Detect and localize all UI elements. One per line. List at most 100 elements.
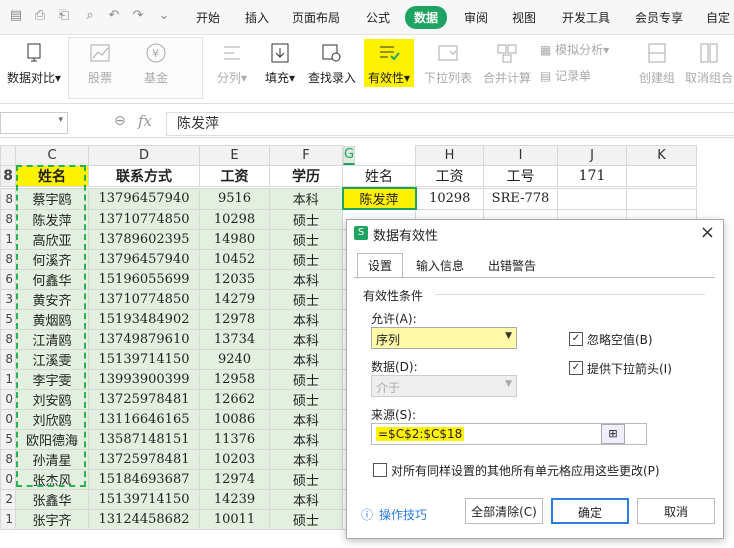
- lookup-salary-label[interactable]: 工资: [415, 165, 484, 187]
- fx-icon[interactable]: fx: [138, 112, 152, 130]
- edu-cell[interactable]: 本科: [269, 448, 343, 470]
- cell-j[interactable]: [557, 187, 627, 210]
- undo-icon[interactable]: ↶: [106, 8, 122, 24]
- save-icon[interactable]: ⎙: [32, 8, 48, 24]
- row-number[interactable]: 1: [0, 368, 16, 390]
- formula-input[interactable]: 陈发萍: [166, 112, 734, 136]
- edu-cell[interactable]: 本科: [269, 187, 343, 210]
- edu-cell[interactable]: 硕士: [269, 228, 343, 250]
- dropdown-list-button[interactable]: 下拉列表: [424, 41, 472, 86]
- lookup-id-cell[interactable]: SRE-778: [483, 187, 558, 210]
- row-number[interactable]: 5: [0, 308, 16, 330]
- col-header-d[interactable]: D: [88, 145, 200, 166]
- tab-page-layout[interactable]: 页面布局: [292, 9, 340, 26]
- create-group-button[interactable]: 创建组: [634, 41, 680, 86]
- tips-icon[interactable]: ⓘ: [361, 506, 373, 523]
- name-cell[interactable]: 高欣亚: [15, 228, 89, 250]
- edu-cell[interactable]: 硕士: [269, 468, 343, 490]
- col-header-f[interactable]: F: [269, 145, 343, 166]
- salary-cell[interactable]: 10298: [199, 208, 270, 230]
- salary-cell[interactable]: 9516: [199, 187, 270, 210]
- edu-cell[interactable]: 本科: [269, 328, 343, 350]
- row-number[interactable]: 3: [0, 288, 16, 310]
- edu-cell[interactable]: 硕士: [269, 508, 343, 530]
- salary-cell[interactable]: 12035: [199, 268, 270, 290]
- name-cell[interactable]: 黄安齐: [15, 288, 89, 310]
- fund-button[interactable]: ¥ 基金: [136, 41, 176, 86]
- col-header-c[interactable]: C: [15, 145, 89, 166]
- name-cell[interactable]: 欧阳德海: [15, 428, 89, 450]
- salary-cell[interactable]: 14239: [199, 488, 270, 510]
- split-button[interactable]: 分列▾: [214, 41, 250, 86]
- col-header-h[interactable]: H: [415, 145, 484, 166]
- phone-cell[interactable]: 13789602395: [88, 228, 200, 250]
- stocks-button[interactable]: 股票: [80, 41, 120, 86]
- name-cell[interactable]: 江溪雯: [15, 348, 89, 370]
- tab-input-message[interactable]: 输入信息: [405, 253, 475, 279]
- ok-button[interactable]: 确定: [551, 498, 629, 524]
- col-header-e[interactable]: E: [199, 145, 270, 166]
- phone-cell[interactable]: 13796457940: [88, 248, 200, 270]
- ignore-blank-checkbox[interactable]: ✓: [569, 332, 583, 346]
- row-number[interactable]: 0: [0, 388, 16, 410]
- salary-cell[interactable]: 9240: [199, 348, 270, 370]
- cell-k[interactable]: [626, 187, 697, 210]
- cell-j-value[interactable]: 171: [557, 165, 627, 187]
- row-number[interactable]: 2: [0, 488, 16, 510]
- phone-cell[interactable]: 13587148151: [88, 428, 200, 450]
- name-cell[interactable]: 刘欣鸥: [15, 408, 89, 430]
- edu-cell[interactable]: 硕士: [269, 368, 343, 390]
- row-number[interactable]: 5: [0, 428, 16, 450]
- row-number[interactable]: 8: [0, 348, 16, 370]
- preview-icon[interactable]: ⌕: [82, 8, 98, 24]
- row-number[interactable]: 8: [0, 448, 16, 470]
- tab-insert[interactable]: 插入: [245, 9, 269, 26]
- tips-link[interactable]: 操作技巧: [379, 506, 427, 523]
- tab-review[interactable]: 审阅: [464, 9, 488, 26]
- row-number[interactable]: 0: [0, 408, 16, 430]
- row-number[interactable]: 1: [0, 228, 16, 250]
- data-compare-button[interactable]: 数据对比▾: [4, 41, 64, 86]
- tab-settings[interactable]: 设置: [357, 253, 404, 279]
- consolidate-button[interactable]: 合并计算: [482, 41, 532, 86]
- validity-button[interactable]: 有效性▾: [364, 39, 414, 87]
- header-salary-cell[interactable]: 工资: [199, 165, 270, 187]
- name-cell[interactable]: 刘安鸥: [15, 388, 89, 410]
- phone-cell[interactable]: 15196055699: [88, 268, 200, 290]
- apply-all-checkbox[interactable]: [373, 463, 387, 477]
- zoom-icon[interactable]: ⊖: [114, 113, 126, 129]
- more-icon[interactable]: ⌄: [156, 8, 172, 24]
- lookup-name-label[interactable]: 姓名: [342, 165, 416, 187]
- tab-view[interactable]: 视图: [512, 9, 536, 26]
- row-number[interactable]: 1: [0, 508, 16, 530]
- row-number[interactable]: 8: [0, 328, 16, 350]
- name-cell[interactable]: 张鑫华: [15, 488, 89, 510]
- tab-home[interactable]: 开始: [196, 9, 220, 26]
- row-number[interactable]: 8: [0, 165, 16, 187]
- phone-cell[interactable]: 15184693687: [88, 468, 200, 490]
- record-sheet-button[interactable]: ▤ 记录单: [540, 67, 600, 84]
- edu-cell[interactable]: 本科: [269, 408, 343, 430]
- col-header-i[interactable]: I: [483, 145, 558, 166]
- salary-cell[interactable]: 10203: [199, 448, 270, 470]
- col-header-k[interactable]: K: [626, 145, 697, 166]
- tab-custom[interactable]: 自定: [706, 9, 730, 26]
- col-header-g[interactable]: G: [343, 145, 356, 165]
- dropdown-arrow-checkbox[interactable]: ✓: [569, 361, 583, 375]
- phone-cell[interactable]: 13993900399: [88, 368, 200, 390]
- lookup-salary-cell[interactable]: 10298: [415, 187, 484, 210]
- phone-cell[interactable]: 13725978481: [88, 388, 200, 410]
- row-number[interactable]: 6: [0, 268, 16, 290]
- cell-k[interactable]: [626, 165, 697, 187]
- close-icon[interactable]: ×: [700, 222, 715, 243]
- salary-cell[interactable]: 14279: [199, 288, 270, 310]
- phone-cell[interactable]: 13116646165: [88, 408, 200, 430]
- phone-cell[interactable]: 13124458682: [88, 508, 200, 530]
- edu-cell[interactable]: 本科: [269, 308, 343, 330]
- data-select[interactable]: 介于 ▼: [371, 375, 517, 397]
- lookup-name-cell[interactable]: 陈发萍: [341, 187, 417, 210]
- fill-button[interactable]: 填充▾: [260, 41, 300, 86]
- tab-error-alert[interactable]: 出错警告: [477, 253, 547, 279]
- row-number[interactable]: 8: [0, 208, 16, 230]
- cancel-button[interactable]: 取消: [637, 498, 715, 524]
